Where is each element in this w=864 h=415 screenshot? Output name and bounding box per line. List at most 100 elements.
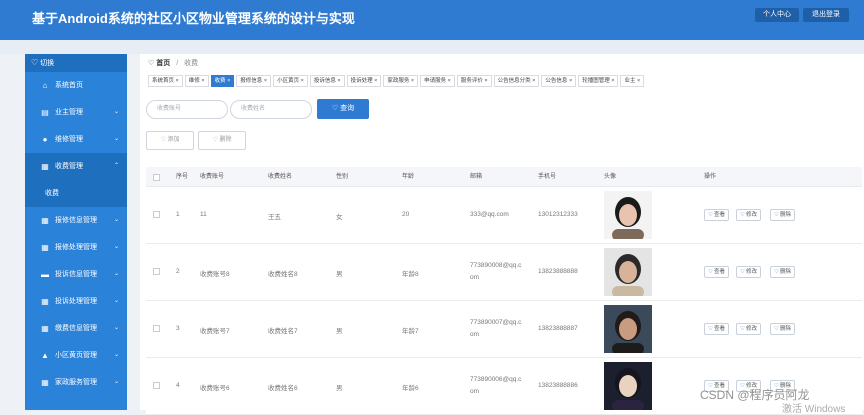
add-button[interactable]: ♡ 添加 (146, 131, 194, 150)
chevron-down-icon: ⌄ (113, 298, 119, 304)
column-header: 手机号 (538, 174, 557, 180)
anime-photo (604, 362, 652, 412)
row-index: 3 (176, 325, 180, 332)
delete-button[interactable]: ♡删除 (770, 266, 795, 278)
email-cell: 773890008@qq.c (470, 262, 522, 269)
heart-icon: ♡ (708, 269, 713, 275)
tab-item[interactable]: 小区黄页 × (273, 75, 308, 87)
tab-item[interactable]: 申请服务 × (420, 75, 455, 87)
chevron-up-icon: ⌃ (113, 163, 119, 169)
account-search-input[interactable]: 收费账号 (146, 100, 228, 119)
chevron-down-icon: ⌄ (113, 271, 119, 277)
sidebar-item-9[interactable]: ▦ 缴费信息管理 ⌄ (25, 315, 127, 342)
home-icon: ⌂ (42, 81, 48, 90)
account-cell: 收费账号6 (200, 385, 230, 392)
close-icon[interactable]: × (531, 78, 535, 84)
heart-icon: ♡ (774, 269, 779, 275)
logout-button[interactable]: 退出登录 (803, 8, 849, 22)
row-checkbox[interactable] (153, 268, 160, 275)
table-header: 序号 收费账号 收费姓名 性别 年龄 邮箱 手机号 头像 操作 (146, 167, 862, 187)
close-icon[interactable]: × (373, 78, 377, 84)
sidebar-item-2[interactable]: ▤ 业主管理 ⌄ (25, 99, 127, 126)
tab-item[interactable]: 轮播图管理 × (578, 75, 619, 87)
tab-label: 申请服务 (424, 78, 447, 84)
grid-icon: ▦ (41, 378, 49, 387)
tab-item[interactable]: 投诉信息 × (309, 75, 345, 87)
close-icon[interactable]: × (226, 78, 230, 84)
email-cell-cont: om (470, 331, 480, 338)
tab-item[interactable]: 投诉处理 × (346, 75, 382, 87)
tab-item[interactable]: 维修 × (184, 75, 209, 87)
tab-bar: 系统首页 × 维修 × 收费 × 报修信息 × 小区黄页 × 投诉信息 × 投诉处理 × 家政… (148, 75, 645, 87)
sidebar-toggle[interactable]: ♡ 切换 (25, 54, 127, 72)
row-checkbox[interactable] (153, 211, 160, 218)
tab-item[interactable]: 家政服务 × (383, 75, 419, 87)
edit-button[interactable]: ♡修改 (736, 209, 761, 221)
select-all-checkbox[interactable] (153, 174, 160, 181)
row-checkbox[interactable] (153, 382, 160, 389)
tab-item[interactable]: 公告信息分类 × (493, 75, 540, 87)
sidebar-item-5[interactable]: ▦ 报修信息管理 ⌄ (25, 207, 127, 234)
tab-label: 服务评价 (460, 78, 483, 84)
sidebar-item-6[interactable]: ▦ 报修处理管理 ⌄ (25, 234, 127, 261)
view-button[interactable]: ♡查看 (704, 266, 729, 278)
view-button[interactable]: ♡查看 (704, 209, 729, 221)
bank-icon: ▲ (41, 351, 49, 360)
delete-button[interactable]: ♡删除 (770, 323, 795, 335)
age-cell: 20 (402, 211, 410, 218)
sidebar-item-1[interactable]: ⌂ 系统首页 (25, 72, 127, 99)
sidebar-item-8[interactable]: ▦ 投诉处理管理 ⌄ (25, 288, 127, 315)
tab-label: 投诉处理 (350, 78, 373, 84)
breadcrumb-home[interactable]: 首页 (156, 60, 170, 67)
close-icon[interactable]: × (567, 78, 572, 84)
delete-button[interactable]: ♡删除 (770, 209, 795, 221)
close-icon[interactable]: × (635, 78, 640, 84)
close-icon[interactable]: × (336, 78, 340, 84)
column-header: 头像 (604, 174, 617, 180)
age-cell: 年龄8 (402, 271, 419, 278)
sidebar-item-3[interactable]: ● 维修管理 ⌄ (25, 126, 127, 153)
header-band (0, 40, 864, 54)
grid-icon: ▦ (41, 243, 49, 252)
submenu-item-fee[interactable]: 收费 (25, 180, 127, 207)
tab-item[interactable]: 收费 × (210, 75, 235, 87)
view-button[interactable]: ♡查看 (704, 323, 729, 335)
sidebar-item-label: 维修管理 (55, 136, 83, 143)
edit-button[interactable]: ♡修改 (736, 266, 761, 278)
tab-item[interactable]: 报修信息 × (236, 75, 272, 87)
row-checkbox[interactable] (153, 325, 160, 332)
sidebar-item-11[interactable]: ▦ 家政服务管理 ⌄ (25, 369, 127, 396)
sidebar: ♡ 切换 ⌂ 系统首页 ▤ 业主管理 ⌄ ● 维修管理 ⌄ ▦ 收费管理 ⌃ 收费 ▦ 报修信息管理 ⌄ ▦ 报修… (25, 54, 127, 410)
sidebar-item-7[interactable]: ▬ 投诉信息管理 ⌄ (25, 261, 127, 288)
search-button[interactable]: ♡ 查询 (317, 99, 369, 119)
close-icon[interactable]: × (174, 78, 179, 84)
close-icon[interactable]: × (200, 78, 204, 84)
sidebar-item-4[interactable]: ▦ 收费管理 ⌃ (25, 153, 127, 180)
close-icon[interactable]: × (483, 78, 487, 84)
edit-button[interactable]: ♡修改 (736, 323, 761, 335)
tab-label: 公告信息 (545, 78, 568, 84)
close-icon[interactable]: × (262, 78, 267, 84)
tab-item[interactable]: 业主 × (620, 75, 645, 87)
table-row: 1 11 王五女 20 333@qq.com 13012312333 ♡查看 ♡修改 ♡删除 (146, 187, 862, 244)
batch-delete-button[interactable]: ♡ 删除 (198, 131, 246, 150)
tab-item[interactable]: 公告信息 × (541, 75, 577, 87)
close-icon[interactable]: × (409, 78, 414, 84)
close-icon[interactable]: × (446, 78, 451, 84)
data-table: 序号 收费账号 收费姓名 性别 年龄 邮箱 手机号 头像 操作 1 11 王五女 20 333@qq.c… (146, 167, 862, 415)
close-icon[interactable]: × (299, 78, 304, 84)
column-header: 年龄 (402, 174, 415, 180)
name-search-input[interactable]: 收费姓名 (230, 100, 312, 119)
batch-delete-label: 删除 (219, 137, 232, 143)
table-row: 3 收费账号7 收费姓名7 男 年龄7 773890007@qq.c om 138238888… (146, 301, 862, 358)
tab-item[interactable]: 服务评价 × (456, 75, 492, 87)
tab-label: 维修 (188, 78, 200, 84)
sidebar-item-10[interactable]: ▲ 小区黄页管理 ⌄ (25, 342, 127, 369)
tab-item[interactable]: 系统首页 × (148, 75, 183, 87)
gender-cell: 男 (336, 328, 343, 335)
email-cell-cont: om (470, 274, 480, 281)
close-icon[interactable]: × (610, 78, 614, 84)
account-cell: 收费账号8 (200, 271, 230, 278)
tab-label: 报修信息 (240, 78, 263, 84)
profile-button[interactable]: 个人中心 (755, 8, 799, 22)
